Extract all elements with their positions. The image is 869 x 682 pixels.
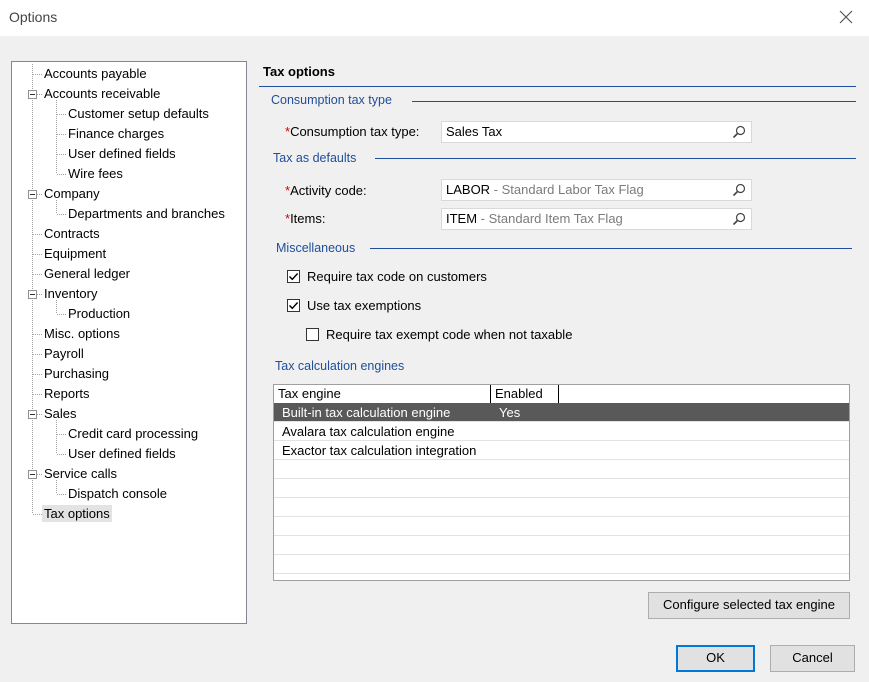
- tree-item-wire-fees[interactable]: Wire fees: [68, 164, 123, 184]
- collapse-icon[interactable]: [28, 410, 37, 419]
- tree-item-inventory[interactable]: Inventory: [44, 284, 97, 304]
- cancel-button[interactable]: Cancel: [770, 645, 855, 672]
- empty-row: [274, 517, 849, 536]
- tree-item-credit-card-processing[interactable]: Credit card processing: [68, 424, 198, 444]
- table-row[interactable]: Built-in tax calculation engine Yes: [274, 403, 849, 422]
- table-row[interactable]: Exactor tax calculation integration: [274, 441, 849, 460]
- tree-item-service-calls[interactable]: Service calls: [44, 464, 117, 484]
- items-field[interactable]: ITEM - Standard Item Tax Flag: [441, 208, 752, 230]
- search-icon[interactable]: [732, 183, 746, 197]
- title-bar: Options: [0, 0, 869, 36]
- group-header-consumption: Consumption tax type: [271, 93, 392, 107]
- checkbox-unchecked-icon: [306, 328, 319, 341]
- tax-engines-grid[interactable]: Tax engine Enabled Built-in tax calculat…: [273, 384, 850, 581]
- ok-button[interactable]: OK: [676, 645, 755, 672]
- empty-row: [274, 536, 849, 555]
- collapse-icon[interactable]: [28, 90, 37, 99]
- group-header-miscellaneous: Miscellaneous: [276, 241, 356, 255]
- title-divider: [259, 86, 856, 87]
- checkbox-checked-icon: [287, 299, 300, 312]
- use-tax-exemptions-checkbox[interactable]: Use tax exemptions: [287, 297, 421, 315]
- group-divider: [412, 101, 856, 102]
- tree-item-accounts-receivable[interactable]: Accounts receivable: [44, 84, 160, 104]
- tree-item-tax-options[interactable]: Tax options: [42, 504, 112, 524]
- tree-item-equipment[interactable]: Equipment: [44, 244, 106, 264]
- collapse-icon[interactable]: [28, 470, 37, 479]
- tree-item-general-ledger[interactable]: General ledger: [44, 264, 130, 284]
- consumption-tax-type-label: *Consumption tax type:: [285, 124, 420, 139]
- tree-item-ar-user-defined-fields[interactable]: User defined fields: [68, 144, 176, 164]
- checkbox-checked-icon: [287, 270, 300, 283]
- tree-item-company[interactable]: Company: [44, 184, 100, 204]
- table-row[interactable]: Avalara tax calculation engine: [274, 422, 849, 441]
- group-header-tax-defaults: Tax as defaults: [273, 151, 357, 165]
- window-title: Options: [9, 9, 58, 25]
- tree-item-departments-and-branches[interactable]: Departments and branches: [68, 204, 225, 224]
- page-title: Tax options: [263, 64, 335, 79]
- tree-item-purchasing[interactable]: Purchasing: [44, 364, 109, 384]
- options-tree[interactable]: Accounts payable Accounts receivable Cus…: [11, 61, 247, 624]
- empty-row: [274, 479, 849, 498]
- column-header-tax-engine[interactable]: Tax engine: [274, 385, 491, 403]
- consumption-tax-type-field[interactable]: Sales Tax: [441, 121, 752, 143]
- items-label: *Items:: [285, 211, 326, 226]
- tree-item-misc-options[interactable]: Misc. options: [44, 324, 120, 344]
- column-header-enabled[interactable]: Enabled: [491, 385, 559, 403]
- tree-item-production[interactable]: Production: [68, 304, 130, 324]
- tree-item-reports[interactable]: Reports: [44, 384, 90, 404]
- tree-item-sales[interactable]: Sales: [44, 404, 77, 424]
- search-icon[interactable]: [732, 212, 746, 226]
- grid-header: Tax engine Enabled: [274, 385, 849, 404]
- require-tax-exempt-code-checkbox[interactable]: Require tax exempt code when not taxable: [306, 326, 572, 344]
- configure-tax-engine-button[interactable]: Configure selected tax engine: [648, 592, 850, 619]
- search-icon[interactable]: [732, 125, 746, 139]
- group-header-tax-engines: Tax calculation engines: [275, 359, 405, 373]
- tree-item-accounts-payable[interactable]: Accounts payable: [44, 64, 147, 84]
- tree-item-payroll[interactable]: Payroll: [44, 344, 84, 364]
- empty-row: [274, 460, 849, 479]
- activity-code-label: *Activity code:: [285, 183, 367, 198]
- close-icon[interactable]: [837, 8, 855, 26]
- group-divider: [370, 248, 852, 249]
- tree-item-sales-user-defined-fields[interactable]: User defined fields: [68, 444, 176, 464]
- empty-row: [274, 555, 849, 574]
- group-divider: [375, 158, 856, 159]
- empty-row: [274, 498, 849, 517]
- collapse-icon[interactable]: [28, 190, 37, 199]
- require-tax-code-checkbox[interactable]: Require tax code on customers: [287, 268, 487, 286]
- tree-item-finance-charges[interactable]: Finance charges: [68, 124, 164, 144]
- tree-item-contracts[interactable]: Contracts: [44, 224, 100, 244]
- tree-item-dispatch-console[interactable]: Dispatch console: [68, 484, 167, 504]
- tree-item-customer-setup-defaults[interactable]: Customer setup defaults: [68, 104, 209, 124]
- activity-code-field[interactable]: LABOR - Standard Labor Tax Flag: [441, 179, 752, 201]
- collapse-icon[interactable]: [28, 290, 37, 299]
